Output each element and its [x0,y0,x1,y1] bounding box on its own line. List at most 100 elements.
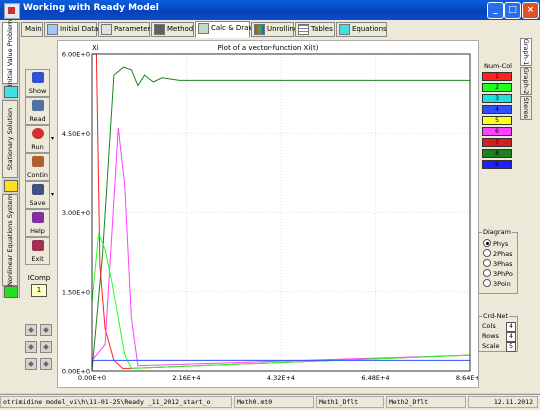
stationary-icon [4,180,18,192]
tab-initial-value-problem[interactable]: Initial Value Problem [2,20,18,86]
y-tick-label: 1.50E+0 [62,288,90,296]
num-col-swatch[interactable]: 1 [482,72,512,81]
status-file: Meth0.mt0 [234,396,314,408]
tab-stationary-solution[interactable]: Stationary Solution [2,100,18,178]
num-col-swatch[interactable]: 8 [482,149,512,158]
tab-tables[interactable]: Tables [295,22,335,37]
help-book-icon [32,212,44,223]
run-dropdown-icon[interactable]: ▾ [51,135,54,142]
show-button[interactable]: Show [25,69,50,97]
tab-nonlinear-equations-system[interactable]: Nonlinear Equations System [2,194,18,286]
show-arrow-icon [32,72,44,83]
num-col-swatch[interactable]: 4 [482,105,512,114]
floppy-read-icon [32,100,44,111]
icomp-label: IComp [27,274,51,282]
x-tick-label: 2.16E+4 [172,374,200,382]
diagram-group: Diagram Phys 2Phas 3Phas 3PhPo 3Poin [478,228,518,294]
radio-3poin[interactable]: 3Poin [483,279,511,288]
equations-icon [339,24,350,35]
plot-area: Plot of a vector-function Xi(t) Xi 0.00E… [57,40,484,388]
app-icon [4,3,20,19]
rows-input[interactable]: 4 [506,332,516,342]
parameters-icon [101,24,112,35]
save-dropdown-icon[interactable]: ▾ [51,191,54,198]
rows-label: Rows [482,332,499,340]
cols-input[interactable]: 4 [506,322,516,332]
hourglass-icon [32,156,44,167]
maximize-button[interactable]: □ [504,2,521,19]
arrow-up-left-icon[interactable] [25,324,37,336]
status-date: 12.11.2012 [468,396,538,408]
radio-phys[interactable]: Phys [483,239,508,248]
x-tick-label: 8.64E+4 [456,374,478,382]
status-path: otrimidine model_vi\h\11-01-25\Ready _11… [0,396,232,408]
crd-net-group: Crd-Net Cols 4 Rows 4 Scale 5 [478,312,518,352]
run-button[interactable]: Run [25,125,50,153]
icomp-control: IComp 1 [24,274,54,297]
radio-3phas[interactable]: 3Phas [483,259,513,268]
run-icon [32,128,44,139]
window-title: Working with Ready Model [23,3,159,13]
num-col-label: Num-Col [484,62,512,70]
num-col-swatch[interactable]: 2 [482,83,512,92]
arrow-down-right-icon[interactable] [40,358,52,370]
scale-input[interactable]: 5 [506,342,516,352]
num-col-swatch[interactable]: 7 [482,138,512,147]
help-button[interactable]: Help [25,209,50,237]
read-button[interactable]: Read [25,97,50,125]
arrow-up-right-icon[interactable] [40,324,52,336]
contin-button[interactable]: Contin [25,153,50,181]
floppy-save-icon [32,184,44,195]
status-bar: otrimidine model_vi\h\11-01-25\Ready _11… [0,394,540,410]
diagram-title: Diagram [482,228,512,236]
navigation-arrows [25,324,55,372]
arrow-down-left-icon[interactable] [25,358,37,370]
y-axis-label: Xi [92,44,99,52]
x-tick-label: 6.48E+4 [361,374,389,382]
save-button[interactable]: Save [25,181,50,209]
status-meth2: Meth2_Dflt [386,396,466,408]
nonlinear-icon [4,286,18,298]
tab-method[interactable]: Method [151,22,194,37]
tab-initial-data[interactable]: Initial Data [44,22,98,37]
crd-net-title: Crd-Net [482,312,509,320]
tab-main[interactable]: Main [21,22,43,37]
exit-door-icon [32,240,44,251]
tab-stereo[interactable]: Stereo [520,96,532,120]
scale-label: Scale [482,342,500,350]
radio-2phas[interactable]: 2Phas [483,249,513,258]
graph-tabs: Graph-1 Graph-2 Stereo [520,38,532,128]
unrolling-icon [254,24,265,35]
tab-graph-2[interactable]: Graph-2 [520,67,532,95]
num-col-swatch[interactable]: 9 [482,160,512,169]
data-icon [47,24,58,35]
y-tick-label: 0.00E+0 [62,368,90,376]
tab-parameters[interactable]: Parameters [98,22,154,37]
tab-equations[interactable]: Equations [336,22,387,37]
y-tick-label: 6.00E+0 [62,51,90,59]
status-meth1: Meth1_Dflt [316,396,384,408]
table-icon [298,24,309,35]
method-icon [154,24,165,35]
arrow-left-icon[interactable] [25,341,37,353]
chart: Plot of a vector-function Xi(t) Xi 0.00E… [62,44,484,382]
exit-button[interactable]: Exit [25,237,50,265]
icomp-input[interactable]: 1 [31,284,47,297]
num-col-swatch[interactable]: 5 [482,116,512,125]
initial-value-icon [4,86,18,98]
y-tick-label: 4.50E+0 [62,130,90,138]
top-tabs: Main Initial Data Parameters Method Calc… [21,21,476,38]
arrow-right-icon[interactable] [40,341,52,353]
x-tick-label: 4.32E+4 [267,374,295,382]
num-col-swatch[interactable]: 3 [482,94,512,103]
close-button[interactable]: × [522,2,539,19]
minimize-button[interactable]: _ [487,2,504,19]
cols-label: Cols [482,322,496,330]
tab-graph-1[interactable]: Graph-1 [520,38,532,66]
radio-3phpo[interactable]: 3PhPo [483,269,513,278]
plot-icon [198,23,209,34]
left-mode-tabs: Initial Value Problem Stationary Solutio… [2,20,20,298]
num-col-swatch[interactable]: 6 [482,127,512,136]
tab-unrolling[interactable]: Unrolling [251,22,298,37]
tab-calc-draw[interactable]: Calc & Draw [195,21,254,38]
